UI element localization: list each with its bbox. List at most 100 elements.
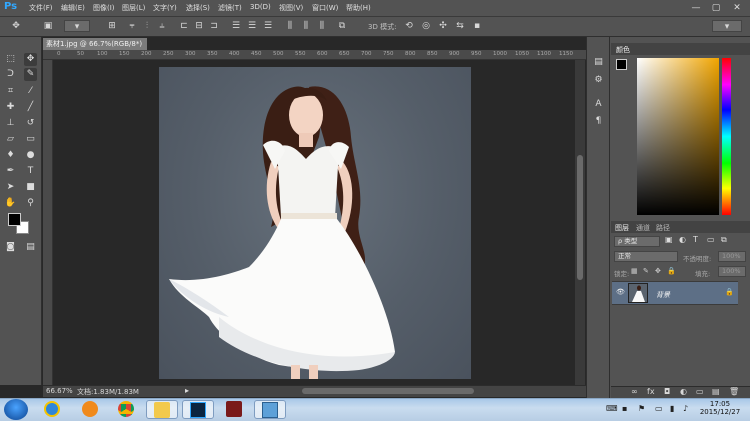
layer-visibility-eye-icon[interactable]: 👁 xyxy=(616,288,625,296)
paragraph-panel-icon[interactable]: ¶ xyxy=(592,115,605,128)
menu-image[interactable]: 图像(I) xyxy=(93,3,115,13)
foreground-color-swatch[interactable] xyxy=(8,213,21,226)
layer-name[interactable]: 背景 xyxy=(656,290,670,300)
start-button-icon[interactable] xyxy=(4,399,28,420)
move-tool-icon[interactable]: ✥ xyxy=(24,53,37,66)
distribute-bottom-icon[interactable]: ☰ xyxy=(262,20,274,32)
history-panel-icon[interactable]: ▤ xyxy=(592,56,605,69)
3d-pan-icon[interactable]: ✣ xyxy=(437,20,449,32)
canvas-photo[interactable] xyxy=(159,67,471,379)
distribute-left-icon[interactable]: ⫼ xyxy=(284,20,296,32)
marquee-tool-icon[interactable]: ⬚ xyxy=(4,53,17,66)
filter-pixel-icon[interactable]: ▣ xyxy=(665,235,673,244)
workspace-dropdown[interactable]: ▾ xyxy=(712,20,742,32)
taskbar-clock[interactable]: 17:05 2015/12/27 xyxy=(694,400,746,416)
ruler-horizontal[interactable]: 0 50 100 150 200 250 300 350 400 450 500… xyxy=(43,50,586,60)
auto-align-icon[interactable]: ⧉ xyxy=(336,20,348,32)
3d-rotate-icon[interactable]: ⟲ xyxy=(403,20,415,32)
document-tab[interactable]: 素材1.jpg @ 66.7%(RGB/8*) × xyxy=(43,38,147,60)
lasso-tool-icon[interactable]: ᑐ xyxy=(4,68,17,81)
history-brush-icon[interactable]: ↺ xyxy=(24,117,37,130)
add-mask-icon[interactable]: ◘ xyxy=(664,387,670,396)
filter-adjust-icon[interactable]: ◐ xyxy=(679,235,686,244)
menu-select[interactable]: 选择(S) xyxy=(186,3,210,13)
filter-type-icon[interactable]: T xyxy=(693,235,698,244)
tab-layers[interactable]: 图层 xyxy=(615,223,629,233)
screen-mode-icon[interactable]: ▤ xyxy=(24,241,37,254)
quick-mask-icon[interactable]: ◙ xyxy=(4,241,17,254)
tray-flag-icon[interactable]: ⚑ xyxy=(638,404,645,413)
add-style-icon[interactable]: fx xyxy=(647,387,655,396)
vertical-scroll-thumb[interactable] xyxy=(577,155,583,280)
align-hcenter-icon[interactable]: ⊟ xyxy=(193,20,205,32)
align-vcenter-icon[interactable]: ⫶ xyxy=(141,20,153,32)
tab-color[interactable]: 颜色 xyxy=(616,45,630,55)
eyedropper-tool-icon[interactable]: ⁄ xyxy=(24,85,37,98)
delete-layer-icon[interactable]: 🗑 xyxy=(729,387,739,396)
align-right-icon[interactable]: ⊐ xyxy=(208,20,220,32)
menu-type[interactable]: 文字(Y) xyxy=(153,3,177,13)
blend-mode-select[interactable]: 正常 xyxy=(614,251,678,262)
fill-field[interactable]: 100% xyxy=(718,266,746,277)
distribute-top-icon[interactable]: ☰ xyxy=(230,20,242,32)
color-panel-fg-swatch[interactable] xyxy=(616,59,627,70)
lock-all-icon[interactable]: 🔒 xyxy=(667,267,676,275)
hue-slider[interactable] xyxy=(722,58,731,215)
tab-channels[interactable]: 通道 xyxy=(636,223,650,233)
properties-panel-icon[interactable]: ⚙ xyxy=(592,74,605,87)
taskbar-explorer-button[interactable] xyxy=(146,400,178,419)
taskbar-ie-button[interactable] xyxy=(36,400,68,419)
menu-filter[interactable]: 滤镜(T) xyxy=(218,3,242,13)
type-tool-icon[interactable]: T xyxy=(24,165,37,178)
new-adjustment-icon[interactable]: ◐ xyxy=(680,387,687,396)
align-left-icon[interactable]: ⊏ xyxy=(178,20,190,32)
brush-tool-icon[interactable]: ╱ xyxy=(24,101,37,114)
distribute-right-icon[interactable]: ⫼ xyxy=(316,20,328,32)
taskbar-viewer-button[interactable] xyxy=(254,400,286,419)
menu-layer[interactable]: 图层(L) xyxy=(122,3,145,13)
3d-scale-icon[interactable]: ▪ xyxy=(471,20,483,32)
menu-window[interactable]: 窗口(W) xyxy=(312,3,338,13)
taskbar-app-button[interactable] xyxy=(218,400,250,419)
distribute-hcenter-icon[interactable]: ⫼ xyxy=(300,20,312,32)
align-bottom-icon[interactable]: ⫨ xyxy=(156,20,168,32)
status-menu-arrow-icon[interactable]: ▸ xyxy=(185,386,189,395)
hand-tool-icon[interactable]: ✋ xyxy=(4,197,17,210)
move-tool-icon[interactable]: ✥ xyxy=(10,20,22,32)
zoom-tool-icon[interactable]: ⚲ xyxy=(24,197,37,210)
ruler-vertical[interactable] xyxy=(43,60,53,385)
tray-volume-icon[interactable]: ♪ xyxy=(683,404,688,413)
path-select-icon[interactable]: ➤ xyxy=(4,181,17,194)
opacity-field[interactable]: 100% xyxy=(718,251,746,262)
new-layer-icon[interactable]: ▤ xyxy=(712,387,720,396)
quick-select-tool-icon[interactable]: ✎ xyxy=(24,68,37,81)
menu-file[interactable]: 文件(F) xyxy=(29,3,53,13)
distribute-center-icon[interactable]: ☰ xyxy=(246,20,258,32)
gradient-tool-icon[interactable]: ▭ xyxy=(24,133,37,146)
tab-paths[interactable]: 路径 xyxy=(656,223,670,233)
auto-select-icon[interactable]: ▣ xyxy=(42,20,54,32)
eraser-tool-icon[interactable]: ▱ xyxy=(4,133,17,146)
close-button[interactable]: ✕ xyxy=(731,2,743,14)
3d-roll-icon[interactable]: ◎ xyxy=(420,20,432,32)
tray-keyboard-icon[interactable]: ⌨ xyxy=(606,404,618,413)
menu-3d[interactable]: 3D(D) xyxy=(250,3,271,11)
tray-network-icon[interactable]: ▪ xyxy=(622,404,627,413)
layer-filter-select[interactable]: ρ 类型 xyxy=(614,236,660,247)
dodge-tool-icon[interactable]: ● xyxy=(24,149,37,162)
new-group-icon[interactable]: ▭ xyxy=(696,387,704,396)
select-dropdown[interactable]: ▾ xyxy=(64,20,90,32)
maximize-button[interactable]: ▢ xyxy=(710,2,722,14)
clone-stamp-icon[interactable]: ⊥ xyxy=(4,117,17,130)
transform-controls-icon[interactable]: ⊞ xyxy=(106,20,118,32)
3d-slide-icon[interactable]: ⇆ xyxy=(454,20,466,32)
minimize-button[interactable]: — xyxy=(690,2,702,14)
healing-brush-icon[interactable]: ✚ xyxy=(4,101,17,114)
lock-transparent-icon[interactable]: ▦ xyxy=(631,267,638,275)
menu-edit[interactable]: 编辑(E) xyxy=(61,3,85,13)
lock-position-icon[interactable]: ✥ xyxy=(655,267,661,275)
taskbar-chrome-button[interactable] xyxy=(110,400,142,419)
character-panel-icon[interactable]: A xyxy=(592,98,605,111)
tray-signal-icon[interactable]: ▮ xyxy=(670,404,674,413)
lock-pixels-icon[interactable]: ✎ xyxy=(643,267,649,275)
